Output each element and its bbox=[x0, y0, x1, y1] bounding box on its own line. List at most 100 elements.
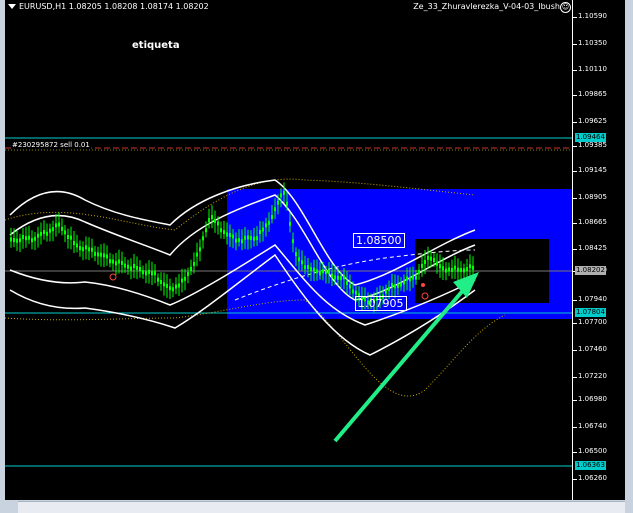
candle-body bbox=[241, 239, 243, 244]
price-level-tag[interactable]: 1.09464 bbox=[575, 133, 606, 142]
candle-body bbox=[439, 264, 441, 269]
candle-body bbox=[238, 238, 240, 243]
candle-body bbox=[304, 265, 306, 270]
candle-body bbox=[88, 247, 90, 252]
price-level-tag[interactable]: 1.07804 bbox=[575, 308, 606, 317]
candle-body bbox=[202, 236, 204, 241]
candle-body bbox=[265, 223, 267, 228]
chart-window[interactable]: EURUSD,H1 1.08205 1.08208 1.08174 1.0820… bbox=[5, 0, 625, 500]
candle-body bbox=[109, 259, 111, 264]
price-level-tag[interactable]: 1.08202 bbox=[575, 266, 606, 275]
candle-body bbox=[211, 215, 213, 220]
candle-body bbox=[394, 284, 396, 289]
candle-body bbox=[298, 257, 300, 262]
candle-body bbox=[217, 221, 219, 226]
candle-body bbox=[91, 247, 93, 252]
symbol-dropdown-icon[interactable] bbox=[8, 4, 16, 9]
candle-body bbox=[262, 227, 264, 232]
candle-body bbox=[214, 218, 216, 223]
candle-body bbox=[196, 252, 198, 257]
symbol-quote-line: EURUSD,H1 1.08205 1.08208 1.08174 1.0820… bbox=[19, 2, 209, 11]
price-tick-label: 1.07460 bbox=[573, 345, 607, 353]
candle-body bbox=[406, 276, 408, 281]
candle-body bbox=[142, 270, 144, 275]
entry-marker[interactable] bbox=[421, 283, 425, 287]
price-tick-label: 1.09385 bbox=[573, 141, 607, 149]
candle-body bbox=[322, 269, 324, 274]
candle-body bbox=[331, 273, 333, 278]
candle-body bbox=[100, 252, 102, 257]
box-top-price-label[interactable]: 1.08500 bbox=[353, 233, 405, 248]
candle-body bbox=[316, 269, 318, 274]
candle-body bbox=[193, 261, 195, 266]
chart-canvas[interactable] bbox=[5, 0, 625, 500]
candle-body bbox=[154, 271, 156, 276]
candle-body bbox=[151, 271, 153, 276]
candle-body bbox=[124, 263, 126, 268]
candle-body bbox=[223, 230, 225, 235]
entry-marker[interactable] bbox=[109, 273, 117, 281]
order-line-label[interactable]: #230295872 sell 0.01 bbox=[11, 141, 91, 149]
candle-body bbox=[310, 267, 312, 272]
candle-body bbox=[253, 236, 255, 241]
candle-body bbox=[343, 275, 345, 280]
candle-body bbox=[445, 268, 447, 273]
bottom-scroll-strip[interactable] bbox=[18, 501, 625, 513]
candle-body bbox=[280, 193, 282, 198]
candle-body bbox=[442, 266, 444, 271]
candle-body bbox=[22, 235, 24, 240]
candle-body bbox=[472, 265, 474, 270]
candle-body bbox=[325, 270, 327, 275]
price-tick-label: 1.10110 bbox=[573, 65, 607, 73]
candle-body bbox=[259, 230, 261, 235]
price-tick-label: 1.06980 bbox=[573, 395, 607, 403]
box-bottom-price-label[interactable]: 1.07905 bbox=[355, 296, 407, 311]
candle-body bbox=[451, 267, 453, 272]
candle-body bbox=[247, 235, 249, 240]
candle-body bbox=[430, 256, 432, 261]
candle-body bbox=[328, 269, 330, 274]
candle-body bbox=[283, 190, 285, 195]
expert-advisor-name[interactable]: Ze_33_Zhuravlerezka_V-04-03_Ibush bbox=[413, 2, 560, 11]
candle-body bbox=[421, 263, 423, 268]
price-tick-label: 1.07700 bbox=[573, 318, 607, 326]
candle-body bbox=[199, 247, 201, 252]
candle-body bbox=[355, 290, 357, 295]
candle-body bbox=[16, 238, 18, 243]
price-tick-label: 1.10350 bbox=[573, 39, 607, 47]
candle-body bbox=[37, 233, 39, 238]
candle-body bbox=[175, 284, 177, 289]
candle-body bbox=[172, 287, 174, 292]
candle-body bbox=[292, 239, 294, 244]
price-axis[interactable]: 1.10590 1.10350 1.10110 1.09865 1.09625 1.093… bbox=[572, 0, 626, 500]
candle-body bbox=[463, 268, 465, 273]
price-tick-label: 1.09625 bbox=[573, 117, 607, 125]
price-level-tag[interactable]: 1.06363 bbox=[575, 461, 606, 470]
candle-body bbox=[460, 268, 462, 273]
candle-body bbox=[19, 238, 21, 243]
candle-body bbox=[67, 234, 69, 239]
candle-body bbox=[112, 259, 114, 264]
candle-body bbox=[148, 269, 150, 274]
candle-body bbox=[397, 283, 399, 288]
candle-body bbox=[115, 261, 117, 266]
candle-body bbox=[121, 260, 123, 265]
smiley-icon[interactable]: ☺ bbox=[560, 2, 571, 13]
candle-body bbox=[85, 245, 87, 250]
candle-body bbox=[220, 228, 222, 233]
candle-body bbox=[385, 289, 387, 294]
candle-body bbox=[106, 254, 108, 259]
candle-body bbox=[34, 236, 36, 241]
candle-body bbox=[250, 235, 252, 240]
candle-body bbox=[160, 279, 162, 284]
price-tick-label: 1.06740 bbox=[573, 422, 607, 430]
candle-body bbox=[391, 282, 393, 287]
candle-body bbox=[427, 255, 429, 260]
candle-body bbox=[307, 265, 309, 270]
candle-body bbox=[169, 286, 171, 291]
candle-body bbox=[130, 266, 132, 271]
candle-body bbox=[133, 263, 135, 268]
candle-body bbox=[118, 259, 120, 264]
candle-body bbox=[244, 235, 246, 240]
candle-body bbox=[433, 257, 435, 262]
